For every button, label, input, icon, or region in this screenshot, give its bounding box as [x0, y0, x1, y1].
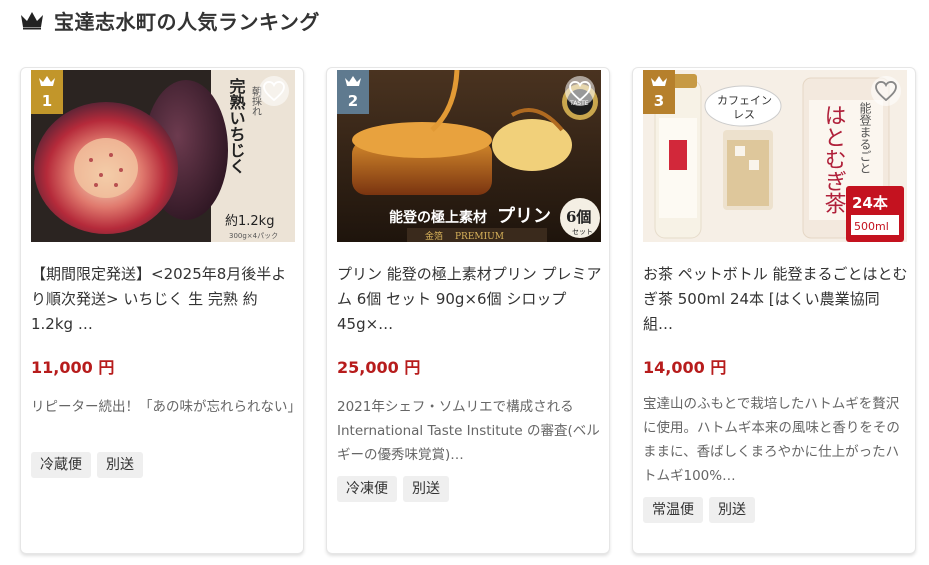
product-title[interactable]: お茶 ペットボトル 能登まるごとはとむぎ茶 500ml 24本 [はくい農業協同…: [643, 262, 909, 337]
product-title[interactable]: 【期間限定発送】<2025年8月後半より順次発送> いちじく 生 完熟 約1.2…: [31, 262, 297, 337]
tag-separate: 別送: [403, 476, 449, 502]
product-image-fig[interactable]: 朝採れ 完熟いちじく 約1.2kg 300g×4パック: [31, 70, 295, 242]
heart-icon: [875, 81, 897, 101]
rank-number: 3: [653, 92, 665, 110]
crown-icon: [345, 76, 361, 86]
ranking-list: 朝採れ 完熟いちじく 約1.2kg 300g×4パック 1 【期間限定発送】<2…: [20, 67, 916, 554]
rank-badge: 3: [643, 70, 675, 114]
rank-badge: 2: [337, 70, 369, 114]
svg-text:6個: 6個: [566, 208, 591, 226]
tag-shipping: 常温便: [643, 497, 703, 523]
tag-separate: 別送: [97, 452, 143, 478]
svg-text:プリン: プリン: [497, 205, 551, 227]
product-price: 14,000 円: [643, 358, 727, 377]
rank-number: 2: [347, 92, 359, 110]
svg-text:約1.2kg: 約1.2kg: [225, 214, 274, 229]
product-price: 25,000 円: [337, 358, 421, 377]
svg-text:完熟いちじく: 完熟いちじく: [227, 77, 246, 174]
tag-shipping: 冷蔵便: [31, 452, 91, 478]
ranking-card-2[interactable]: 能登の極上素材 プリン 金箔 PREMIUM 6個 セット TASTE 2 プリ…: [326, 67, 610, 554]
heart-icon: [263, 81, 285, 101]
page-title: 宝達志水町の人気ランキング: [54, 9, 320, 34]
svg-text:24本: 24本: [852, 194, 888, 212]
svg-text:PREMIUM: PREMIUM: [455, 232, 504, 242]
product-description: 宝達山のふもとで栽培したハトムギを贅沢に使用。ハトムギ本来の風味と香りをそのまま…: [643, 396, 900, 484]
ranking-header: 宝達志水町の人気ランキング: [20, 6, 320, 34]
product-image-pudding[interactable]: 能登の極上素材 プリン 金箔 PREMIUM 6個 セット TASTE: [337, 70, 601, 242]
crown-icon: [39, 76, 55, 86]
product-description: リピーター続出！「あの味が忘れられない」: [31, 399, 301, 415]
svg-text:金箔: 金箔: [425, 230, 443, 242]
favorite-button[interactable]: [871, 76, 901, 106]
product-price: 11,000 円: [31, 358, 115, 377]
tag-separate: 別送: [709, 497, 755, 523]
svg-text:セット: セット: [572, 228, 593, 236]
tag-shipping: 冷凍便: [337, 476, 397, 502]
svg-text:500ml: 500ml: [854, 220, 889, 233]
product-image-tea[interactable]: カフェイン レス はとむぎ茶 能登まるごと 24本 500ml: [643, 70, 907, 242]
svg-text:レス: レス: [733, 108, 755, 121]
svg-text:カフェイン: カフェイン: [717, 94, 772, 107]
favorite-button[interactable]: [259, 76, 289, 106]
crown-icon: [651, 76, 667, 86]
tag-list: 常温便 別送: [643, 497, 755, 523]
crown-icon: [21, 12, 43, 30]
rank-badge: 1: [31, 70, 63, 114]
svg-text:はとむぎ茶: はとむぎ茶: [821, 104, 847, 214]
tag-list: 冷蔵便 別送: [31, 452, 143, 478]
favorite-button[interactable]: [565, 76, 595, 106]
product-description: 2021年シェフ・ソムリエで構成される International Taste …: [337, 399, 600, 463]
ranking-card-3[interactable]: カフェイン レス はとむぎ茶 能登まるごと 24本 500ml 3 お茶 ペット…: [632, 67, 916, 554]
svg-text:能登まるごと: 能登まるごと: [858, 102, 872, 174]
rank-number: 1: [41, 92, 53, 110]
heart-icon: [569, 81, 591, 101]
product-title[interactable]: プリン 能登の極上素材プリン プレミアム 6個 セット 90g×6個 シロップ …: [337, 262, 603, 337]
svg-text:300g×4パック: 300g×4パック: [229, 232, 278, 240]
tag-list: 冷凍便 別送: [337, 476, 449, 502]
svg-text:能登の極上素材: 能登の極上素材: [389, 209, 487, 226]
ranking-card-1[interactable]: 朝採れ 完熟いちじく 約1.2kg 300g×4パック 1 【期間限定発送】<2…: [20, 67, 304, 554]
